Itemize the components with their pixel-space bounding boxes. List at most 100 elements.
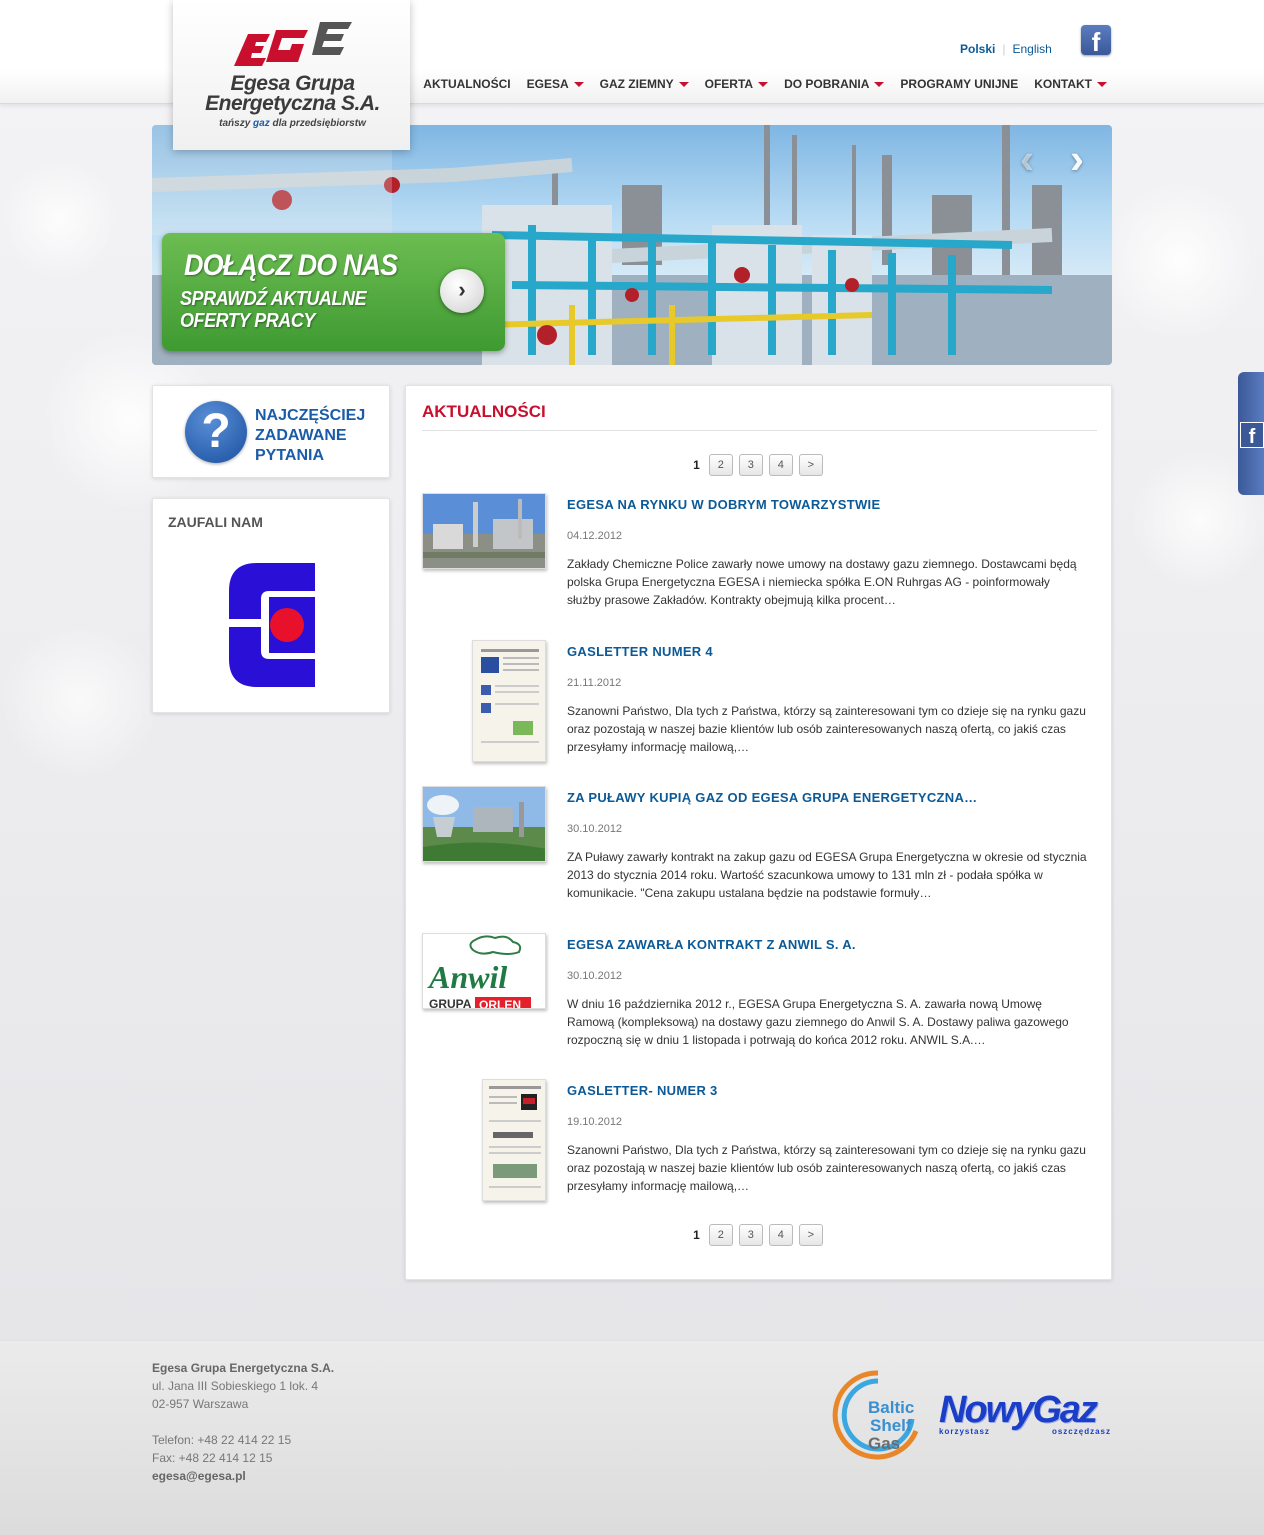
nav-item-aktualnosci[interactable]: AKTUALNOŚCI (423, 77, 510, 91)
footer-fax: Fax: +48 22 414 12 15 (152, 1451, 273, 1465)
logo[interactable]: Egesa Grupa Energetyczna S.A. tańszy gaz… (173, 0, 410, 150)
pagination-page-2[interactable]: 2 (708, 1224, 733, 1246)
trusted-box: ZAUFALI NAM (152, 498, 390, 713)
news-title-link[interactable]: EGESA NA RYNKU W DOBRYM TOWARZYSTWIE (567, 497, 880, 512)
facebook-side-tab[interactable]: f (1238, 372, 1264, 495)
news-item: GASLETTER NUMER 4 21.11.2012 Szanowni Pa… (422, 640, 1097, 780)
dropdown-arrow-icon (874, 81, 885, 87)
faq-box[interactable]: ? NAJCZĘŚCIEJ ZADAWANE PYTANIA (152, 385, 390, 478)
news-excerpt: ZA Puławy zawarły kontrakt na zakup gazu… (567, 850, 1087, 900)
nav-item-do-pobrania[interactable]: DO POBRANIA (784, 77, 885, 91)
lang-english-link[interactable]: English (1012, 42, 1051, 56)
nav-item-label: DO POBRANIA (784, 77, 870, 91)
nowygaz-tag1: korzystasz (939, 1427, 990, 1436)
logo-tagline: tańszy gaz dla przedsiębiorstw (185, 118, 400, 129)
nowygaz-logo[interactable]: NowyGaz korzystasz oszczędzasz (939, 1391, 1111, 1436)
pagination-page-4[interactable]: 4 (768, 1224, 793, 1246)
question-icon: ? (185, 401, 247, 463)
nav-item-label: AKTUALNOŚCI (423, 77, 511, 91)
baltic-shelf-gas-logo[interactable]: Baltic Shelf Gas (832, 1369, 924, 1461)
anwil-grupa: GRUPA (429, 997, 472, 1009)
news-date: 04.12.2012 (567, 530, 623, 542)
news-panel: AKTUALNOŚCI 1 2 3 4 > EGESA NA RYNKU W D… (405, 385, 1112, 1280)
news-date: 19.10.2012 (567, 1116, 623, 1128)
pulawy-plant-photo (423, 787, 545, 861)
pagination-page-2[interactable]: 2 (708, 454, 733, 476)
nav-item-egesa[interactable]: EGESA (527, 77, 584, 91)
news-excerpt: Zakłady Chemiczne Police zawarły nowe um… (567, 557, 1077, 607)
news-title-link[interactable]: EGESA ZAWARŁA KONTRAKT Z ANWIL S. A. (567, 937, 856, 952)
chemical-plant-photo (423, 494, 545, 568)
pagination-page-3[interactable]: 3 (738, 454, 763, 476)
page-title: AKTUALNOŚCI (422, 402, 1097, 431)
promo-sub-line1: SPRAWDŹ AKTUALNE (180, 288, 367, 310)
news-thumbnail[interactable]: Anwil GRUPA ORLEN (422, 933, 546, 1009)
chevron-left-icon[interactable]: ‹ (1020, 138, 1050, 183)
footer-email-link[interactable]: egesa@egesa.pl (152, 1467, 334, 1485)
news-thumbnail[interactable] (422, 493, 546, 569)
footer-spacer (152, 1413, 334, 1431)
dropdown-arrow-icon (758, 81, 769, 87)
anwil-name: Anwil (427, 959, 507, 995)
logo-mark-icon (234, 22, 352, 66)
client-logo-icon[interactable] (225, 561, 319, 691)
nav-item-label: GAZ ZIEMNY (599, 77, 674, 91)
pagination-next[interactable]: > (798, 454, 823, 476)
anwil-orlen: ORLEN (479, 998, 521, 1009)
news-date: 30.10.2012 (567, 823, 623, 835)
pagination-page-4[interactable]: 4 (768, 454, 793, 476)
baltic-line1: Baltic (868, 1398, 914, 1417)
news-item: EGESA NA RYNKU W DOBRYM TOWARZYSTWIE 04.… (422, 493, 1097, 633)
pagination-page-3[interactable]: 3 (738, 1224, 763, 1246)
news-excerpt: W dniu 16 października 2012 r., EGESA Gr… (567, 997, 1069, 1047)
logo-name-line1: Egesa Grupa (230, 72, 355, 95)
hero-banner[interactable]: DOŁĄCZ DO NAS SPRAWDŹ AKTUALNE OFERTY PR… (152, 125, 1112, 365)
logo-tagline-pre: tańszy (219, 118, 251, 129)
pagination-top: 1 2 3 4 > (406, 454, 1113, 476)
nav-item-label: KONTAKT (1034, 77, 1092, 91)
trusted-title: ZAUFALI NAM (168, 514, 263, 530)
footer: Egesa Grupa Energetyczna S.A. ul. Jana I… (0, 1340, 1264, 1535)
main-nav: AKTUALNOŚCI EGESA GAZ ZIEMNY OFERTA DO P… (407, 77, 1107, 91)
news-title-link[interactable]: GASLETTER- NUMER 3 (567, 1083, 718, 1098)
lang-separator: | (1002, 42, 1006, 56)
facebook-icon: f (1240, 422, 1264, 448)
promo-subtitle: SPRAWDŹ AKTUALNE OFERTY PRACY (180, 288, 367, 332)
news-title-link[interactable]: ZA PUŁAWY KUPIĄ GAZ OD EGESA GRUPA ENERG… (567, 790, 977, 805)
careers-promo[interactable]: DOŁĄCZ DO NAS SPRAWDŹ AKTUALNE OFERTY PR… (162, 233, 505, 351)
nowygaz-tag2: oszczędzasz (1051, 1427, 1111, 1436)
news-item: Anwil GRUPA ORLEN EGESA ZAWARŁA KONTRAKT… (422, 933, 1097, 1073)
news-item: ZA PUŁAWY KUPIĄ GAZ OD EGESA GRUPA ENERG… (422, 786, 1097, 926)
language-switcher: Polski | English (960, 42, 1052, 56)
nav-item-label: PROGRAMY UNIJNE (900, 77, 1019, 91)
dropdown-arrow-icon (1097, 81, 1107, 87)
news-thumbnail[interactable] (482, 1079, 546, 1201)
chevron-right-icon[interactable]: › (440, 269, 484, 313)
footer-company: Egesa Grupa Energetyczna S.A. (152, 1361, 335, 1375)
footer-address-line2: 02-957 Warszawa (152, 1397, 249, 1411)
lang-polski-link[interactable]: Polski (960, 42, 995, 56)
logo-tagline-post: dla przedsiębiorstw (272, 118, 366, 129)
pagination-current: 1 (693, 1228, 700, 1242)
promo-title: DOŁĄCZ DO NAS (184, 249, 398, 282)
dropdown-arrow-icon (678, 81, 689, 87)
faq-label: NAJCZĘŚCIEJ ZADAWANE PYTANIA (255, 406, 385, 466)
chevron-right-icon[interactable]: › (1070, 138, 1100, 183)
baltic-line3: Gas (868, 1434, 900, 1453)
nav-item-programy-unijne[interactable]: PROGRAMY UNIJNE (900, 77, 1018, 91)
news-thumbnail[interactable] (472, 640, 546, 762)
nav-item-gaz-ziemny[interactable]: GAZ ZIEMNY (600, 77, 689, 91)
faq-line3: PYTANIA (255, 447, 325, 464)
baltic-line2: Shelf (870, 1416, 912, 1435)
pagination-next[interactable]: > (798, 1224, 823, 1246)
nowygaz-name: NowyGaz (939, 1389, 1098, 1431)
logo-tagline-gaz: gaz (253, 118, 270, 129)
news-item: GASLETTER- NUMER 3 19.10.2012 Szanowni P… (422, 1079, 1097, 1219)
facebook-icon[interactable]: f (1081, 25, 1111, 57)
pagination-bottom: 1 2 3 4 > (406, 1224, 1113, 1246)
nav-item-kontakt[interactable]: KONTAKT (1034, 77, 1107, 91)
nav-item-oferta[interactable]: OFERTA (705, 77, 769, 91)
news-thumbnail[interactable] (422, 786, 546, 862)
footer-address-line1: ul. Jana III Sobieskiego 1 lok. 4 (152, 1379, 319, 1393)
news-title-link[interactable]: GASLETTER NUMER 4 (567, 644, 713, 659)
